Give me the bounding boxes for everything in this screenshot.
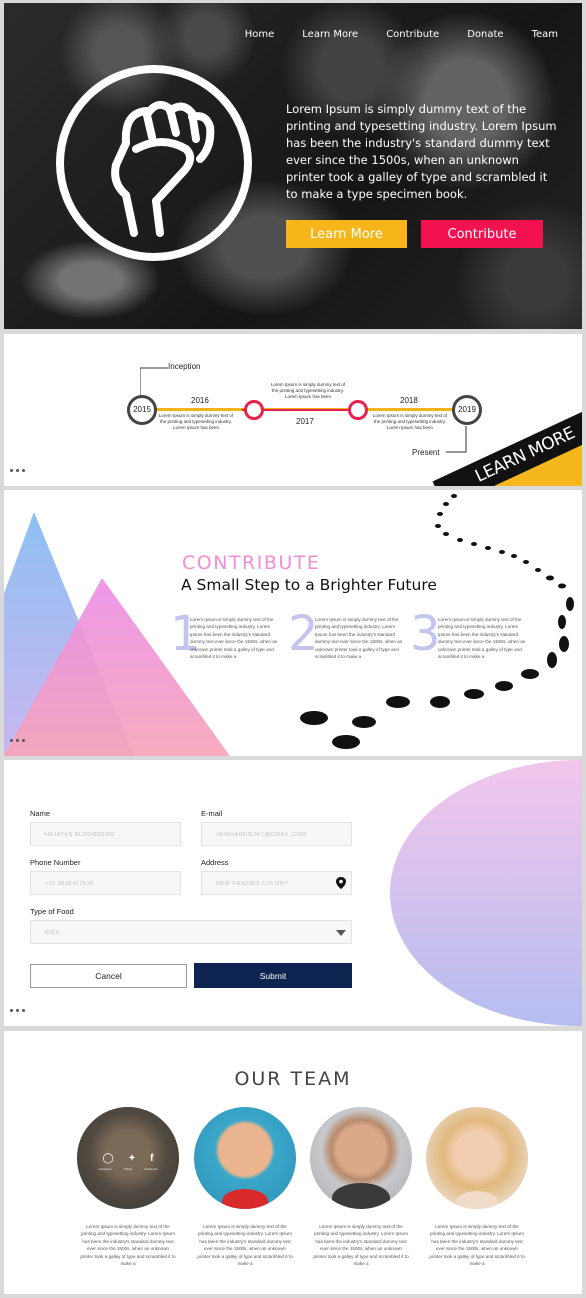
team-member-photo[interactable]	[194, 1107, 296, 1209]
year-2018-label: 2018	[400, 396, 418, 405]
team-member-photo[interactable]	[426, 1107, 528, 1209]
location-pin-icon	[336, 877, 346, 889]
fist-icon	[111, 100, 215, 237]
fist-logo	[56, 65, 252, 261]
nav-learn-more[interactable]: Learn More	[288, 29, 372, 40]
cancel-button[interactable]: Cancel	[30, 964, 187, 988]
step-text: Lorem Ipsum is simply dummy text of the …	[190, 617, 278, 660]
email-field[interactable]: JAINHARDIK367@GMAIL.COM	[201, 822, 352, 846]
facebook-label: Facebook	[144, 1167, 158, 1171]
more-dots-icon[interactable]	[10, 469, 25, 472]
team-member-bio: Lorem Ipsum is simply dummy text of the …	[313, 1224, 409, 1267]
twitter-icon[interactable]: ✦	[128, 1153, 136, 1164]
name-field[interactable]: HAJATKS BLOOMBERG	[30, 822, 181, 846]
inception-label: Inception	[168, 362, 201, 371]
food-type-label: Type of Food	[30, 907, 74, 916]
food-type-select[interactable]: RICE	[30, 920, 352, 944]
nav-home[interactable]: Home	[231, 29, 289, 40]
address-field[interactable]: NEW FRIENDS COLONY	[201, 871, 352, 895]
contribute-section: CONTRIBUTE A Small Step to a Brighter Fu…	[4, 490, 582, 756]
facebook-icon[interactable]: f	[150, 1153, 153, 1164]
nav-team[interactable]: Team	[518, 29, 572, 40]
hero-description: Lorem Ipsum is simply dummy text of the …	[286, 102, 557, 201]
year-2019-node[interactable]: 2019	[452, 395, 482, 425]
team-section: OUR TEAM ◯ ✦ f Instagram Twitter Faceboo…	[4, 1031, 582, 1294]
main-nav: Home Learn More Contribute Donate Team	[231, 29, 572, 40]
footprints-graphic	[300, 494, 574, 749]
donation-form-section: Name HAJATKS BLOOMBERG E-mail JAINHARDIK…	[4, 760, 582, 1026]
chevron-down-icon	[336, 930, 346, 936]
nav-contribute[interactable]: Contribute	[372, 29, 453, 40]
note-2016: Lorem Ipsum is simply dummy text of the …	[158, 413, 234, 430]
present-label: Present	[412, 448, 440, 457]
note-2018: Lorem Ipsum is simply dummy text of the …	[372, 413, 448, 430]
timeline-section: Inception 2015 2016 Lorem Ipsum is simpl…	[4, 334, 582, 486]
address-label: Address	[201, 858, 229, 867]
team-member-photo[interactable]: ◯ ✦ f Instagram Twitter Facebook	[77, 1107, 179, 1209]
email-label: E-mail	[201, 809, 223, 818]
milestone-node[interactable]	[348, 400, 368, 420]
more-dots-icon[interactable]	[10, 1009, 25, 1012]
year-2017-label: 2017	[296, 417, 314, 426]
team-member-bio: Lorem Ipsum is simply dummy text of the …	[80, 1224, 176, 1267]
phone-label: Phone Number	[30, 858, 81, 867]
name-label: Name	[30, 809, 51, 818]
nav-donate[interactable]: Donate	[453, 29, 517, 40]
team-member-bio: Lorem Ipsum is simply dummy text of the …	[197, 1224, 293, 1267]
phone-field[interactable]: +91 9836427638	[30, 871, 181, 895]
year-2016-label: 2016	[191, 396, 209, 405]
instagram-label: Instagram	[98, 1167, 112, 1171]
learn-more-button[interactable]: Learn More	[286, 220, 407, 248]
year-2015-node[interactable]: 2015	[127, 395, 157, 425]
instagram-icon[interactable]: ◯	[103, 1153, 114, 1164]
contribute-button[interactable]: Contribute	[421, 220, 543, 248]
twitter-label: Twitter	[123, 1167, 133, 1171]
hero-section: Home Learn More Contribute Donate Team L…	[4, 3, 582, 329]
submit-button[interactable]: Submit	[194, 963, 352, 988]
team-title: OUR TEAM	[234, 1068, 352, 1090]
more-dots-icon[interactable]	[10, 739, 25, 742]
team-member-photo[interactable]	[310, 1107, 412, 1209]
decorative-circle	[390, 760, 582, 1026]
note-2017: Lorem Ipsum is simply dummy text of the …	[270, 382, 346, 399]
team-member-bio: Lorem Ipsum is simply dummy text of the …	[429, 1224, 525, 1267]
milestone-node[interactable]	[244, 400, 264, 420]
